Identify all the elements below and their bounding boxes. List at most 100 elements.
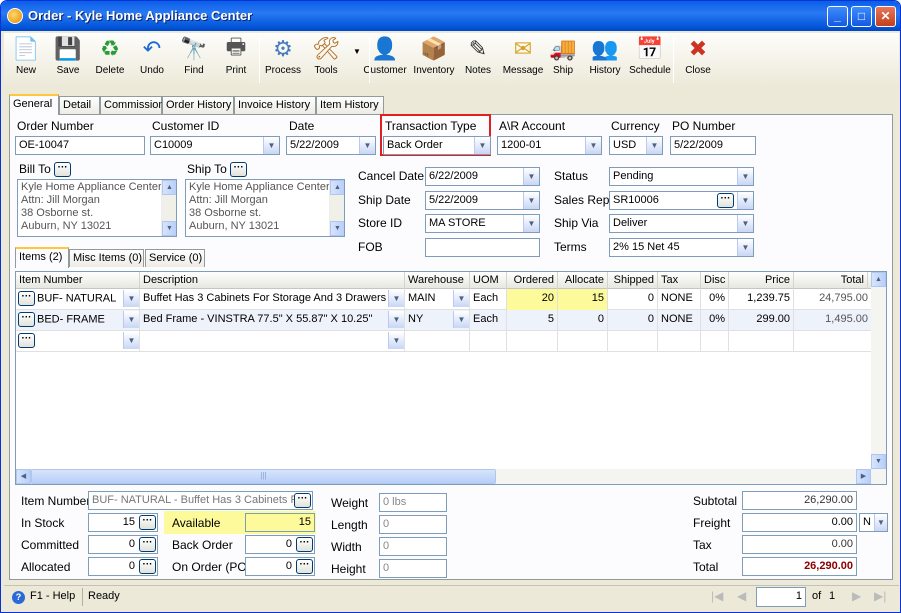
disc-cell[interactable]: 0%	[701, 289, 729, 310]
chevron-down-icon[interactable]: ▼	[737, 168, 753, 185]
close-button[interactable]: ✖ Close	[676, 35, 720, 76]
allocate-cell[interactable]	[558, 331, 608, 352]
minimize-button[interactable]: _	[827, 6, 848, 27]
col-item-number[interactable]: Item Number	[16, 272, 140, 289]
chevron-down-icon[interactable]: ▼	[737, 215, 753, 232]
price-cell[interactable]: 1,239.75	[729, 289, 794, 310]
sales-rep-lookup-button[interactable]: ···	[717, 193, 734, 208]
find-button[interactable]: 🔭 Find	[172, 35, 216, 76]
chevron-down-icon[interactable]: ▼	[523, 168, 539, 185]
freight-code-select[interactable]: N ▼	[859, 513, 888, 532]
disc-cell[interactable]: 0%	[701, 310, 729, 331]
tax-cell[interactable]: NONE	[658, 289, 701, 310]
item-lookup-button[interactable]: ···	[18, 291, 35, 306]
shipped-cell[interactable]	[608, 331, 658, 352]
bill-to-lookup-button[interactable]: ···	[54, 162, 72, 178]
in-stock-lookup-button[interactable]: ···	[139, 515, 156, 530]
col-total[interactable]: Total	[794, 272, 868, 289]
col-shipped[interactable]: Shipped	[608, 272, 658, 289]
disc-cell[interactable]	[701, 331, 729, 352]
chevron-down-icon[interactable]: ▼	[453, 290, 469, 307]
last-page-icon[interactable]: ▶|	[874, 589, 886, 603]
scroll-down-icon[interactable]: ▼	[871, 454, 886, 469]
schedule-button[interactable]: 📅 Schedule	[628, 35, 672, 76]
warehouse-cell[interactable]: NY ▼	[405, 310, 470, 331]
allocated-lookup-button[interactable]: ···	[139, 559, 156, 574]
currency-select[interactable]: USD ▼	[609, 136, 663, 155]
shipped-cell[interactable]: 0	[608, 289, 658, 310]
shipped-cell[interactable]: 0	[608, 310, 658, 331]
scroll-left-icon[interactable]: ◀	[16, 469, 31, 484]
order-number-field[interactable]: OE-10047	[15, 136, 145, 155]
close-window-button[interactable]: ✕	[875, 6, 896, 27]
grid-hscrollbar[interactable]: ◀ ||| ▶	[16, 469, 886, 484]
tax-cell[interactable]: NONE	[658, 310, 701, 331]
maximize-button[interactable]: □	[851, 6, 872, 27]
item-detail-lookup-button[interactable]: ···	[294, 493, 311, 508]
col-warehouse[interactable]: Warehouse	[405, 272, 470, 289]
ship-button[interactable]: 🚚 Ship	[541, 35, 585, 76]
page-number-input[interactable]: 1	[756, 587, 806, 607]
transaction-type-select[interactable]: Back Order ▼	[383, 136, 491, 155]
notes-button[interactable]: ✎ Notes	[456, 35, 500, 76]
item-lookup-button[interactable]: ···	[18, 312, 35, 327]
table-row-new[interactable]: ··· ▼ ▼	[16, 331, 872, 352]
help-icon[interactable]: ?	[12, 591, 25, 604]
on-order-lookup-button[interactable]: ···	[296, 559, 313, 574]
undo-button[interactable]: ↶ Undo	[130, 35, 174, 76]
ar-account-select[interactable]: 1200-01 ▼	[497, 136, 602, 155]
grid-hscroll-thumb[interactable]: |||	[31, 469, 496, 484]
uom-cell[interactable]	[470, 331, 507, 352]
grid-vscrollbar[interactable]: ▲ ▼	[871, 272, 886, 469]
item-number-detail-field[interactable]: BUF- NATURAL - Buffet Has 3 Cabinets For…	[88, 491, 313, 510]
prev-page-icon[interactable]: ◀	[737, 589, 746, 603]
delete-button[interactable]: ♻ Delete	[88, 35, 132, 76]
tab-commission[interactable]: Commission	[100, 96, 165, 114]
tab-items[interactable]: Items (2)	[15, 247, 69, 268]
help-hint[interactable]: F1 - Help	[30, 590, 75, 602]
history-button[interactable]: 👥 History	[583, 35, 627, 76]
process-button[interactable]: ⚙ Process	[261, 35, 305, 76]
ship-via-select[interactable]: Deliver ▼	[609, 214, 754, 233]
ordered-cell[interactable]: 5	[507, 310, 558, 331]
tab-order-history[interactable]: Order History	[162, 96, 234, 114]
print-button[interactable]: 🖶 Print	[214, 34, 258, 76]
item-lookup-button[interactable]: ···	[18, 333, 35, 348]
chevron-down-icon[interactable]: ▼	[874, 514, 887, 531]
tools-button[interactable]: 🛠 Tools	[304, 35, 348, 76]
committed-lookup-button[interactable]: ···	[139, 537, 156, 552]
sales-rep-select[interactable]: SR10006 ··· ▼	[609, 191, 754, 210]
bill-to-scrollbar[interactable]: ▲ ▼	[161, 180, 176, 236]
new-button[interactable]: 📄 New	[4, 35, 48, 76]
bill-to-address[interactable]: Kyle Home Appliance Center Attn: Jill Mo…	[17, 179, 177, 237]
item-number-cell[interactable]: ··· BUF- NATURAL ▼	[16, 289, 140, 310]
chevron-down-icon[interactable]: ▼	[523, 215, 539, 232]
scroll-down-icon[interactable]: ▼	[330, 221, 344, 236]
description-cell[interactable]: ▼	[140, 331, 405, 352]
tax-cell[interactable]	[658, 331, 701, 352]
table-row[interactable]: ··· BED- FRAME ▼ Bed Frame - VINSTRA 77.5" …	[16, 310, 872, 331]
allocate-cell[interactable]: 0	[558, 310, 608, 331]
uom-cell[interactable]: Each	[470, 310, 507, 331]
ordered-cell[interactable]: 20	[507, 289, 558, 310]
chevron-down-icon[interactable]: ▼	[123, 290, 139, 307]
terms-select[interactable]: 2% 15 Net 45 ▼	[609, 238, 754, 257]
scroll-up-icon[interactable]: ▲	[162, 180, 176, 195]
total-cell[interactable]	[794, 331, 872, 352]
save-button[interactable]: 💾 Save	[46, 35, 90, 76]
item-number-cell[interactable]: ··· BED- FRAME ▼	[16, 310, 140, 331]
tab-general[interactable]: General	[9, 94, 59, 115]
scroll-down-icon[interactable]: ▼	[162, 221, 176, 236]
back-order-lookup-button[interactable]: ···	[296, 537, 313, 552]
po-number-field[interactable]: 5/22/2009	[670, 136, 756, 155]
store-id-select[interactable]: MA STORE ▼	[425, 214, 540, 233]
next-page-icon[interactable]: ▶	[852, 589, 861, 603]
description-cell[interactable]: Buffet Has 3 Cabinets For Storage And 3 …	[140, 289, 405, 310]
description-cell[interactable]: Bed Frame - VINSTRA 77.5" X 55.87" X 10.…	[140, 310, 405, 331]
ship-to-lookup-button[interactable]: ···	[230, 162, 248, 178]
message-button[interactable]: ✉ Message	[501, 35, 545, 76]
chevron-down-icon[interactable]: ▼	[263, 137, 279, 154]
scroll-up-icon[interactable]: ▲	[330, 180, 344, 195]
chevron-down-icon[interactable]: ▼	[585, 137, 601, 154]
first-page-icon[interactable]: |◀	[711, 589, 723, 603]
